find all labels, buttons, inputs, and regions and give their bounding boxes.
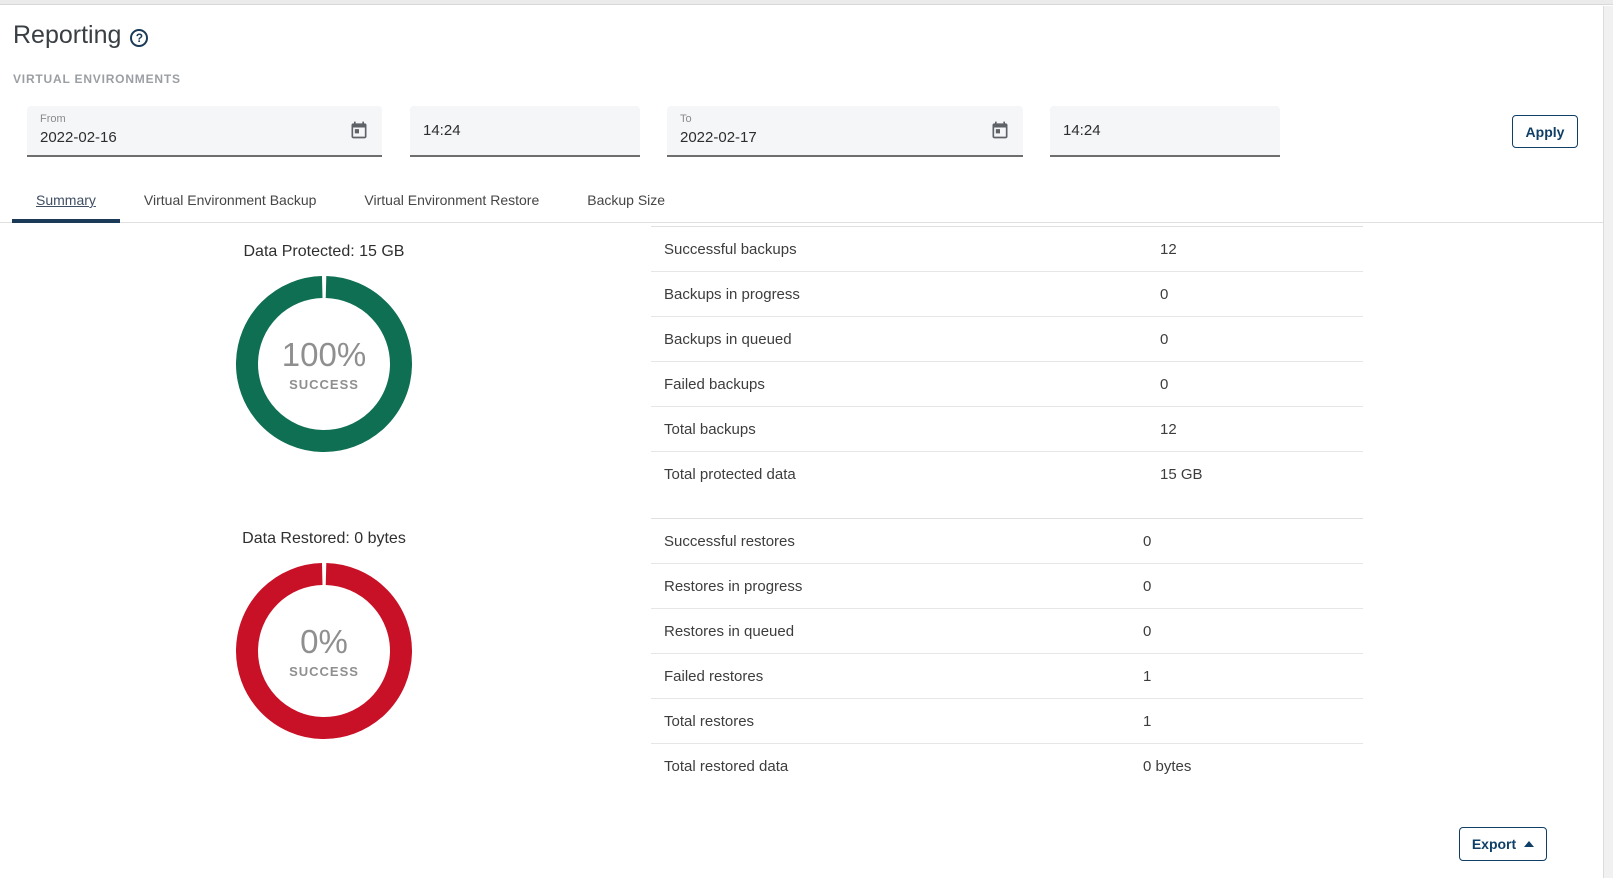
stat-value: 12 <box>1160 241 1177 258</box>
tab-label: Backup Size <box>587 192 665 208</box>
export-row: Export <box>0 827 1547 861</box>
stat-label: Total restores <box>664 713 1143 730</box>
page-title-row: Reporting ? <box>13 21 1603 50</box>
stat-value: 12 <box>1160 421 1177 438</box>
donut-sublabel: SUCCESS <box>289 377 359 392</box>
table-row: Backups in progress 0 <box>651 272 1363 317</box>
stat-value: 0 bytes <box>1143 758 1191 775</box>
to-date-label: To <box>680 113 1010 125</box>
success-donut-chart: 0% SUCCESS <box>236 563 412 739</box>
chart-title: Data Restored: 0 bytes <box>242 530 406 548</box>
stat-label: Total backups <box>664 421 1160 438</box>
calendar-icon[interactable] <box>990 120 1010 140</box>
stat-label: Backups in progress <box>664 286 1160 303</box>
donut-percent: 0% <box>300 623 348 661</box>
from-date-field[interactable]: From 2022-02-16 <box>27 106 382 157</box>
stat-label: Successful backups <box>664 241 1160 258</box>
table-row: Restores in progress 0 <box>651 564 1363 609</box>
stats-column: Successful backups 12 Backups in progres… <box>651 223 1363 789</box>
donut-center: 0% SUCCESS <box>236 563 412 739</box>
from-date-value: 2022-02-16 <box>40 129 369 146</box>
tab-summary[interactable]: Summary <box>12 177 120 222</box>
table-row: Restores in queued 0 <box>651 609 1363 654</box>
stat-value: 0 <box>1160 286 1168 303</box>
stat-value: 0 <box>1143 533 1151 550</box>
table-row: Total restores 1 <box>651 699 1363 744</box>
chart-title: Data Protected: 15 GB <box>244 243 405 261</box>
to-time-value: 14:24 <box>1063 122 1101 139</box>
page-title: Reporting <box>13 21 121 50</box>
stat-value: 15 GB <box>1160 466 1203 483</box>
stat-label: Restores in queued <box>664 623 1143 640</box>
from-time-field[interactable]: 14:24 <box>410 106 640 157</box>
stat-value: 0 <box>1143 578 1151 595</box>
date-filter-bar: From 2022-02-16 14:24 To 2022-02-17 14:2… <box>27 106 1603 157</box>
tab-virtual-environment-restore[interactable]: Virtual Environment Restore <box>340 177 563 222</box>
stat-label: Total restored data <box>664 758 1143 775</box>
tab-label: Virtual Environment Backup <box>144 192 317 208</box>
table-row: Failed backups 0 <box>651 362 1363 407</box>
table-row: Failed restores 1 <box>651 654 1363 699</box>
report-tabs: Summary Virtual Environment Backup Virtu… <box>0 177 1603 223</box>
stat-value: 1 <box>1143 713 1151 730</box>
triangle-up-icon <box>1524 841 1534 847</box>
donut-percent: 100% <box>282 336 366 374</box>
stat-label: Successful restores <box>664 533 1143 550</box>
table-row: Total restored data 0 bytes <box>651 744 1363 789</box>
table-row: Successful restores 0 <box>651 519 1363 564</box>
from-date-label: From <box>40 113 369 125</box>
scrollbar-track[interactable] <box>1603 6 1613 878</box>
table-row: Total protected data 15 GB <box>651 452 1363 497</box>
donut-center: 100% SUCCESS <box>236 276 412 452</box>
stat-label: Restores in progress <box>664 578 1143 595</box>
active-tab-indicator <box>12 219 120 223</box>
data-protected-chart: Data Protected: 15 GB 100% SUCCESS <box>0 243 648 452</box>
table-row: Backups in queued 0 <box>651 317 1363 362</box>
apply-button[interactable]: Apply <box>1512 115 1578 148</box>
calendar-icon[interactable] <box>349 120 369 140</box>
section-label: VIRTUAL ENVIRONMENTS <box>13 72 1603 86</box>
success-donut-chart: 100% SUCCESS <box>236 276 412 452</box>
tab-label: Summary <box>36 192 96 208</box>
help-icon[interactable]: ? <box>130 29 148 47</box>
donut-sublabel: SUCCESS <box>289 664 359 679</box>
reporting-page: Reporting ? VIRTUAL ENVIRONMENTS From 20… <box>0 21 1603 861</box>
stat-value: 0 <box>1160 331 1168 348</box>
from-time-value: 14:24 <box>423 122 461 139</box>
data-restored-chart: Data Restored: 0 bytes 0% SUCCESS <box>0 530 648 739</box>
export-button-label: Export <box>1472 836 1516 852</box>
charts-column: Data Protected: 15 GB 100% SUCCESS Data … <box>0 223 651 739</box>
stat-label: Failed restores <box>664 668 1143 685</box>
stat-value: 1 <box>1143 668 1151 685</box>
tab-backup-size[interactable]: Backup Size <box>563 177 689 222</box>
stat-label: Total protected data <box>664 466 1160 483</box>
stat-label: Failed backups <box>664 376 1160 393</box>
restore-stats-table: Successful restores 0 Restores in progre… <box>651 518 1363 789</box>
table-row: Total backups 12 <box>651 407 1363 452</box>
summary-content: Data Protected: 15 GB 100% SUCCESS Data … <box>0 223 1603 789</box>
stat-label: Backups in queued <box>664 331 1160 348</box>
window-top-strip <box>0 0 1613 5</box>
to-time-field[interactable]: 14:24 <box>1050 106 1280 157</box>
stat-value: 0 <box>1160 376 1168 393</box>
stat-value: 0 <box>1143 623 1151 640</box>
to-date-value: 2022-02-17 <box>680 129 1010 146</box>
export-button[interactable]: Export <box>1459 827 1547 861</box>
backup-stats-table: Successful backups 12 Backups in progres… <box>651 226 1363 497</box>
tab-virtual-environment-backup[interactable]: Virtual Environment Backup <box>120 177 341 222</box>
tab-label: Virtual Environment Restore <box>364 192 539 208</box>
table-row: Successful backups 12 <box>651 227 1363 272</box>
to-date-field[interactable]: To 2022-02-17 <box>667 106 1023 157</box>
